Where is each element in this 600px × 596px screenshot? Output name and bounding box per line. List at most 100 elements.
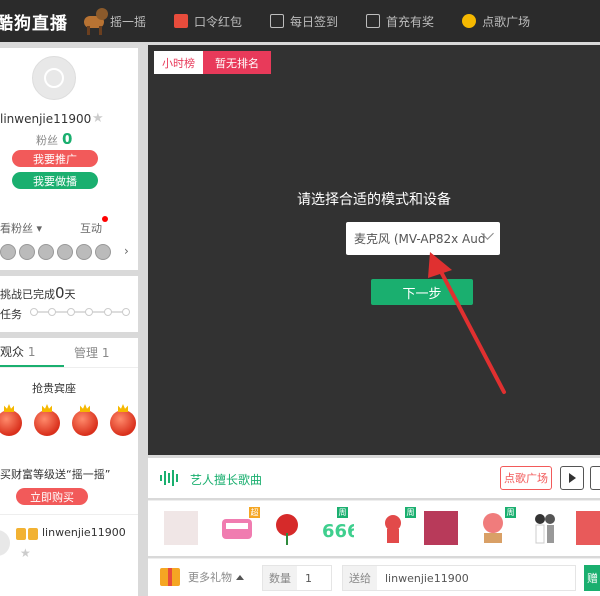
- badge-icon[interactable]: [76, 244, 92, 260]
- vip-seats: [0, 404, 146, 436]
- fans-number: 0: [62, 130, 73, 148]
- fan-rank-label: 看粉丝: [0, 222, 33, 235]
- follow-star-icon[interactable]: ★: [92, 111, 104, 126]
- badge-icon[interactable]: [57, 244, 73, 260]
- badge-icon[interactable]: [38, 244, 54, 260]
- audio-wave-icon: [160, 470, 180, 486]
- recipient-value: linwenjie11900: [385, 571, 469, 585]
- top-bar: 酷狗直播 摇一摇 口令红包 每日签到 首充有奖 点歌广场: [0, 0, 600, 42]
- gift-item[interactable]: 周: [476, 507, 516, 545]
- annotation-arrow-icon: [428, 252, 506, 394]
- device-prompt: 请选择合适的模式和设备: [297, 192, 451, 208]
- dog-logo-icon: [78, 4, 110, 38]
- gift-item[interactable]: [576, 511, 600, 545]
- vip-seat[interactable]: [108, 404, 138, 436]
- play-screen-icon[interactable]: [560, 466, 584, 490]
- more-gifts-button[interactable]: 更多礼物: [160, 568, 244, 586]
- microphone-icon: [462, 14, 477, 28]
- top-nav: 摇一摇 口令红包 每日签到 首充有奖 点歌广场: [110, 13, 558, 30]
- nav-checkin-label: 每日签到: [290, 14, 339, 29]
- viewer-avatar: [0, 530, 10, 556]
- brand-logo-text[interactable]: 酷狗直播: [0, 9, 68, 34]
- divider: [0, 514, 138, 515]
- send-gift-button[interactable]: 赠: [584, 565, 600, 591]
- badge-icon[interactable]: [0, 244, 16, 260]
- svg-text:666: 666: [322, 521, 354, 542]
- nav-first-recharge[interactable]: 首充有奖: [366, 13, 434, 30]
- nav-shake-label: 摇一摇: [110, 14, 147, 29]
- vip-seat[interactable]: [32, 404, 62, 436]
- nav-song-square-label: 点歌广场: [482, 14, 531, 29]
- gift-item[interactable]: [164, 511, 198, 545]
- live-stage: 小时榜 暂无排名 请选择合适的模式和设备 麦克风 (MV-AP82x Aud 下…: [148, 45, 600, 455]
- gift-item[interactable]: [528, 511, 562, 545]
- level-icon: [28, 528, 38, 540]
- gift-item[interactable]: 周: [376, 507, 416, 545]
- gift-item[interactable]: [270, 511, 304, 545]
- nav-red-envelope[interactable]: 口令红包: [174, 13, 242, 30]
- send-bar: 更多礼物 数量 1 送给 linwenjie11900 赠: [148, 558, 600, 596]
- tab-audience-count: 1: [27, 344, 36, 359]
- nav-song-square[interactable]: 点歌广场: [462, 13, 530, 30]
- fan-rank-dropdown[interactable]: 看粉丝 ▾: [0, 220, 42, 236]
- viewer-row[interactable]: linwenjie11900 ★: [0, 524, 138, 564]
- nav-checkin[interactable]: 每日签到: [270, 13, 338, 30]
- vip-seat[interactable]: [70, 404, 100, 436]
- badge-row: [0, 244, 114, 260]
- fans-count: 粉丝 0: [36, 130, 72, 148]
- interact-tab[interactable]: 互动: [80, 220, 102, 236]
- stream-button[interactable]: 我要做播: [12, 172, 98, 189]
- gift-item[interactable]: 666 周: [320, 507, 360, 545]
- challenge-unit: 天: [64, 288, 76, 301]
- buy-now-button[interactable]: 立即购买: [16, 488, 88, 505]
- nav-red-envelope-label: 口令红包: [194, 14, 243, 29]
- quantity-label: 数量: [263, 566, 297, 590]
- red-envelope-icon: [174, 14, 189, 28]
- tab-admin[interactable]: 管理 1: [64, 338, 138, 367]
- rank-status[interactable]: 暂无排名: [203, 51, 271, 74]
- audience-card: 观众 1 管理 1 抢贵宾座 买财富等级送“摇一摇” 立即购买 linwenji…: [0, 338, 138, 596]
- badge-icon[interactable]: [19, 244, 35, 260]
- artist-songs-link[interactable]: 艺人擅长歌曲: [190, 471, 262, 488]
- gift-bar: 超 666 周 周 周: [148, 500, 600, 556]
- promote-button[interactable]: 我要推广: [12, 150, 98, 167]
- tab-audience[interactable]: 观众 1: [0, 338, 64, 367]
- tab-hourly-rank[interactable]: 小时榜: [154, 51, 203, 74]
- gift-item[interactable]: 超: [220, 507, 260, 545]
- notification-dot: [102, 216, 108, 222]
- task-label: 任务: [0, 308, 22, 321]
- task-progress: [30, 308, 130, 316]
- vip-seat[interactable]: [0, 404, 24, 436]
- gift-item[interactable]: [424, 511, 458, 545]
- quantity-value: 1: [305, 571, 312, 585]
- gift-tag-super: 超: [249, 507, 260, 518]
- song-square-button[interactable]: 点歌广场: [500, 466, 552, 490]
- badge-icon[interactable]: [95, 244, 111, 260]
- rank-tabs: 小时榜 暂无排名: [154, 51, 271, 74]
- viewer-badges: [16, 528, 40, 540]
- recipient-field[interactable]: 送给 linwenjie11900: [342, 565, 576, 591]
- level-icon: [16, 528, 26, 540]
- fullscreen-icon[interactable]: [590, 466, 600, 490]
- gift-tag-week: 周: [505, 507, 516, 518]
- quantity-field[interactable]: 数量 1: [262, 565, 332, 591]
- star-icon: ★: [20, 546, 31, 560]
- chevron-right-icon[interactable]: ›: [124, 244, 129, 258]
- nav-first-recharge-label: 首充有奖: [386, 14, 435, 29]
- challenge-prefix: 挑战已完成: [0, 288, 55, 301]
- caret-up-icon: [236, 574, 244, 580]
- left-sidebar: linwenjie11900 ★ 粉丝 0 我要推广 我要做播 看粉丝 ▾ 互动 …: [0, 42, 140, 596]
- challenge-status: 挑战已完成0天: [0, 284, 76, 302]
- avatar[interactable]: [32, 56, 76, 100]
- gift-box-icon: [160, 568, 180, 586]
- gift-tag-week: 周: [337, 507, 348, 518]
- nav-shake[interactable]: 摇一摇: [110, 13, 146, 30]
- tab-audience-label: 观众: [0, 345, 25, 359]
- song-bar: 艺人擅长歌曲 点歌广场: [148, 458, 600, 498]
- gift-tag-week: 周: [405, 507, 416, 518]
- viewer-name: linwenjie11900: [42, 526, 126, 539]
- vip-seat-title: 抢贵宾座: [32, 382, 76, 395]
- username: linwenjie11900: [0, 112, 92, 126]
- device-select-value: 麦克风 (MV-AP82x Aud: [354, 232, 486, 246]
- gift-icon: [366, 14, 381, 28]
